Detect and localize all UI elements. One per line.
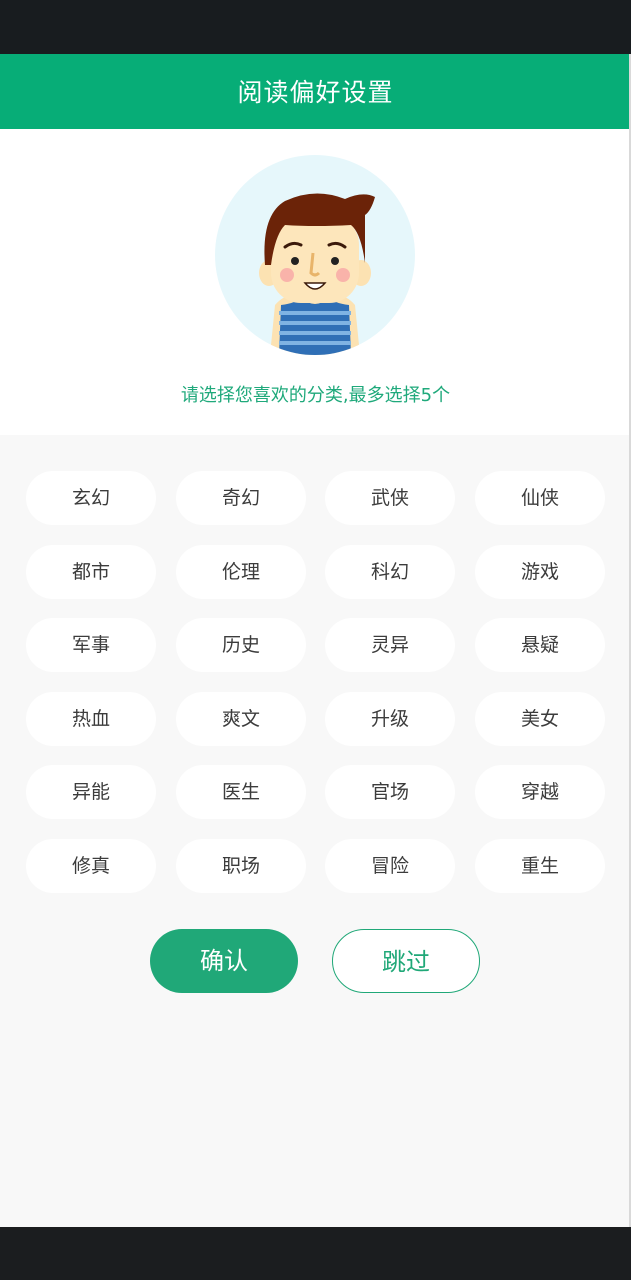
category-chip[interactable]: 科幻 bbox=[325, 545, 455, 599]
category-chip[interactable]: 重生 bbox=[475, 839, 605, 893]
hero-section: 请选择您喜欢的分类,最多选择5个 bbox=[0, 129, 631, 435]
category-chip[interactable]: 医生 bbox=[176, 765, 306, 819]
category-chip[interactable]: 修真 bbox=[26, 839, 156, 893]
category-chip[interactable]: 仙侠 bbox=[475, 471, 605, 525]
page-title: 阅读偏好设置 bbox=[237, 78, 394, 107]
category-chip[interactable]: 军事 bbox=[26, 618, 156, 672]
category-chip[interactable]: 冒险 bbox=[325, 839, 455, 893]
category-chip[interactable]: 灵异 bbox=[325, 618, 455, 672]
header: 阅读偏好设置 bbox=[0, 54, 631, 129]
category-chip[interactable]: 历史 bbox=[176, 618, 306, 672]
selection-hint: 请选择您喜欢的分类,最多选择5个 bbox=[180, 385, 451, 406]
category-chip[interactable]: 职场 bbox=[176, 839, 306, 893]
category-chip[interactable]: 爽文 bbox=[176, 692, 306, 746]
category-chip[interactable]: 热血 bbox=[26, 692, 156, 746]
category-chip[interactable]: 悬疑 bbox=[475, 618, 605, 672]
category-chip[interactable]: 游戏 bbox=[475, 545, 605, 599]
category-chip[interactable]: 武侠 bbox=[325, 471, 455, 525]
category-chip[interactable]: 伦理 bbox=[176, 545, 306, 599]
avatar-illustration bbox=[215, 155, 415, 355]
category-chip[interactable]: 奇幻 bbox=[176, 471, 306, 525]
navigation-bar bbox=[0, 1227, 631, 1280]
category-chip[interactable]: 穿越 bbox=[475, 765, 605, 819]
status-bar bbox=[0, 0, 631, 54]
skip-button[interactable]: 跳过 bbox=[332, 929, 480, 993]
category-chip[interactable]: 异能 bbox=[26, 765, 156, 819]
category-chip[interactable]: 官场 bbox=[325, 765, 455, 819]
category-chip[interactable]: 美女 bbox=[475, 692, 605, 746]
category-chip[interactable]: 玄幻 bbox=[26, 471, 156, 525]
category-chip[interactable]: 都市 bbox=[26, 545, 156, 599]
confirm-button[interactable]: 确认 bbox=[150, 929, 298, 993]
category-chip[interactable]: 升级 bbox=[325, 692, 455, 746]
